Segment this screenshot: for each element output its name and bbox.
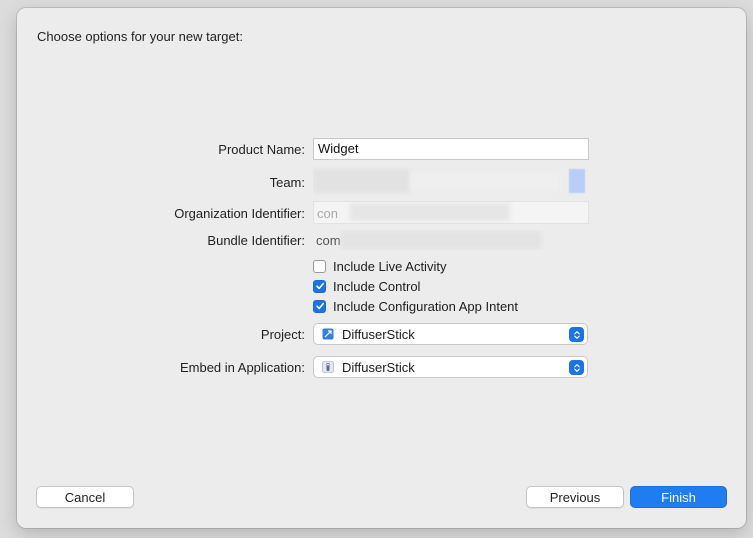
bundle-identifier-value-area: com	[313, 230, 589, 250]
organization-identifier-field[interactable]: con	[313, 201, 589, 224]
app-target-icon	[322, 361, 334, 373]
embed-in-application-popup-value: DiffuserStick	[342, 359, 415, 375]
bundle-identifier-value: com	[316, 233, 341, 248]
embed-in-application-label: Embed in Application:	[179, 360, 305, 375]
include-live-activity-label: Include Live Activity	[333, 258, 447, 274]
product-name-field[interactable]: Widget	[313, 138, 589, 160]
checkmark-icon	[315, 282, 324, 290]
include-configuration-app-intent-checkbox-row[interactable]: Include Configuration App Intent	[313, 297, 518, 315]
organization-identifier-label: Organization Identifier:	[174, 206, 305, 221]
include-live-activity-checkbox[interactable]	[313, 259, 326, 273]
team-popup[interactable]	[313, 165, 589, 195]
embed-in-application-popup[interactable]: DiffuserStick	[313, 356, 588, 378]
chevron-up-down-icon	[569, 327, 584, 342]
include-control-checkbox[interactable]	[313, 279, 326, 293]
product-name-label: Product Name:	[218, 142, 305, 157]
dialog-heading: Choose options for your new target:	[37, 29, 243, 44]
xcode-project-icon	[322, 328, 334, 340]
project-label: Project:	[260, 327, 305, 342]
project-popup[interactable]: DiffuserStick	[313, 323, 588, 345]
finish-button[interactable]: Finish	[630, 486, 727, 508]
chevron-up-down-icon	[569, 360, 584, 375]
team-popup-stepper-icon	[569, 169, 585, 193]
checkmark-icon	[315, 302, 324, 310]
cancel-button[interactable]: Cancel	[36, 486, 134, 508]
previous-button[interactable]: Previous	[526, 486, 624, 508]
include-control-checkbox-row[interactable]: Include Control	[313, 277, 420, 295]
include-configuration-app-intent-label: Include Configuration App Intent	[333, 298, 519, 314]
organization-identifier-value: con	[317, 206, 338, 221]
include-live-activity-checkbox-row[interactable]: Include Live Activity	[313, 257, 446, 275]
bundle-identifier-label: Bundle Identifier:	[207, 233, 305, 248]
project-popup-value: DiffuserStick	[342, 326, 415, 342]
team-label: Team:	[269, 175, 305, 190]
include-control-label: Include Control	[333, 278, 421, 294]
new-target-options-sheet: Choose options for your new target: Prod…	[17, 8, 746, 528]
include-configuration-app-intent-checkbox[interactable]	[313, 299, 326, 313]
